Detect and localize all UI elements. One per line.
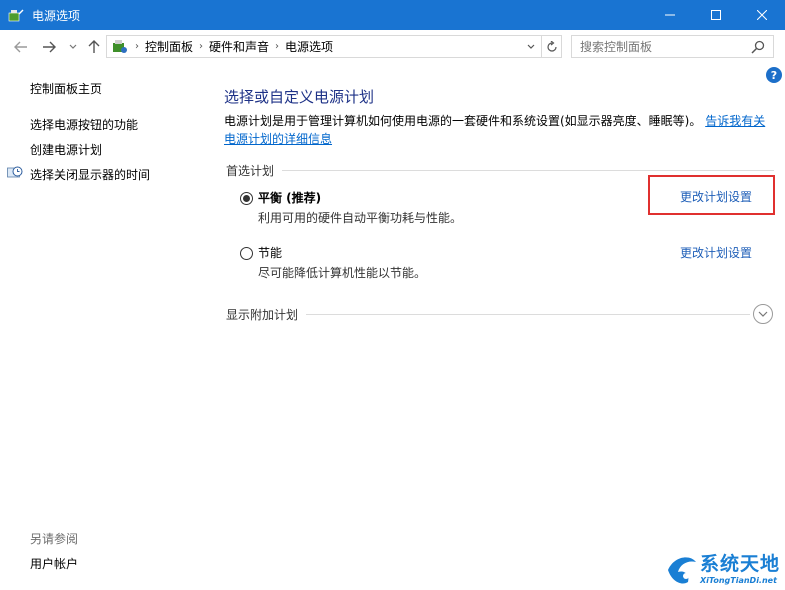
search-icon[interactable] xyxy=(751,40,765,54)
watermark-url: XiTongTianDi.net xyxy=(700,576,777,585)
address-bar[interactable]: › 控制面板 › 硬件和声音 › 电源选项 xyxy=(106,35,562,58)
breadcrumb-hardware-sound[interactable]: 硬件和声音 xyxy=(209,38,269,55)
sidebar-item-display-off-time[interactable]: 选择关闭显示器的时间 xyxy=(30,166,150,183)
up-button[interactable] xyxy=(85,38,103,56)
chevron-down-icon xyxy=(758,311,768,317)
plan-power-saver-name[interactable]: 节能 xyxy=(258,244,282,261)
refresh-icon xyxy=(546,40,557,52)
breadcrumb-control-panel[interactable]: 控制面板 xyxy=(145,38,193,55)
sidebar-item-create-power-plan[interactable]: 创建电源计划 xyxy=(30,141,102,158)
breadcrumb-separator-icon: › xyxy=(275,41,280,52)
help-button[interactable]: ? xyxy=(766,67,782,83)
see-also-heading: 另请参阅 xyxy=(30,532,79,546)
description-text: 电源计划是用于管理计算机如何使用电源的一套硬件和系统设置(如显示器亮度、睡眠等)… xyxy=(224,114,702,128)
additional-plans-heading[interactable]: 显示附加计划 xyxy=(226,306,298,323)
page-title: 选择或自定义电源计划 xyxy=(224,88,375,106)
plan-power-saver-radio[interactable] xyxy=(240,247,253,260)
minimize-icon xyxy=(665,14,675,16)
arrow-up-icon xyxy=(88,40,100,53)
plan-power-saver-change-settings-link[interactable]: 更改计划设置 xyxy=(680,244,752,261)
plan-balanced-description: 利用可用的硬件自动平衡功耗与性能。 xyxy=(258,211,463,225)
sidebar-item-user-accounts[interactable]: 用户帐户 xyxy=(30,555,78,572)
maximize-button[interactable] xyxy=(693,0,739,30)
back-button[interactable] xyxy=(12,38,30,56)
breadcrumb-separator-icon: › xyxy=(199,41,204,52)
chevron-down-icon xyxy=(527,44,535,49)
page-description: 电源计划是用于管理计算机如何使用电源的一套硬件和系统设置(如显示器亮度、睡眠等)… xyxy=(224,112,776,148)
section-divider xyxy=(306,314,750,315)
search-box xyxy=(571,35,774,58)
chevron-down-icon xyxy=(69,44,77,49)
expand-additional-plans-button[interactable] xyxy=(753,304,773,324)
address-row: › 控制面板 › 硬件和声音 › 电源选项 xyxy=(0,30,785,64)
address-dropdown-button[interactable] xyxy=(523,39,539,55)
control-panel-icon xyxy=(113,39,127,53)
highlight-annotation xyxy=(648,175,775,215)
close-button[interactable] xyxy=(739,0,785,30)
recent-locations-button[interactable] xyxy=(64,38,82,56)
bird-logo-icon xyxy=(668,557,696,584)
search-input[interactable] xyxy=(580,36,750,57)
window-title: 电源选项 xyxy=(32,8,81,23)
minimize-button[interactable] xyxy=(647,0,693,30)
left-navigation: 控制面板主页 选择电源按钮的功能 创建电源计划 选择关闭显示器的时间 另请参阅 … xyxy=(0,64,210,590)
plan-balanced-name[interactable]: 平衡 (推荐) xyxy=(258,189,321,206)
power-options-icon xyxy=(8,9,24,22)
section-divider xyxy=(282,170,774,171)
sidebar-item-power-button-function[interactable]: 选择电源按钮的功能 xyxy=(30,116,138,133)
site-watermark: 系统天地 XiTongTianDi.net xyxy=(664,546,785,590)
arrow-right-icon xyxy=(43,41,56,53)
help-icon: ? xyxy=(770,68,778,82)
refresh-button[interactable] xyxy=(541,36,561,57)
close-icon xyxy=(757,10,767,20)
arrow-left-icon xyxy=(14,41,27,53)
breadcrumb-separator-icon: › xyxy=(135,41,139,52)
watermark-title: 系统天地 xyxy=(700,553,781,575)
plan-power-saver-description: 尽可能降低计算机性能以节能。 xyxy=(258,266,427,280)
preferred-plans-heading: 首选计划 xyxy=(226,164,275,178)
maximize-icon xyxy=(711,10,721,20)
forward-button[interactable] xyxy=(40,38,58,56)
title-bar: 电源选项 xyxy=(0,0,785,30)
breadcrumb-power-options[interactable]: 电源选项 xyxy=(285,38,333,55)
clock-display-icon xyxy=(7,166,23,178)
sidebar-item-control-panel-home[interactable]: 控制面板主页 xyxy=(30,80,102,97)
plan-balanced-radio[interactable] xyxy=(240,192,253,205)
